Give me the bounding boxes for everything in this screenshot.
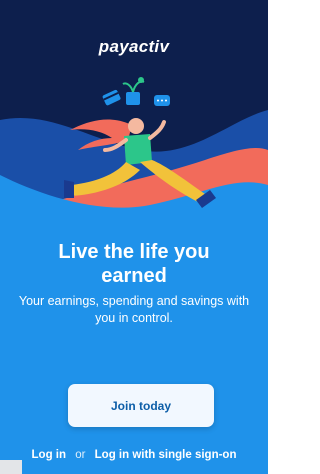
subtext-line-1: Your earnings, spending and savings with bbox=[18, 294, 250, 308]
hero-illustration: payactiv bbox=[0, 0, 268, 230]
join-today-button[interactable]: Join today bbox=[68, 384, 214, 427]
corner-overlay bbox=[0, 460, 22, 474]
payactiv-logo: payactiv bbox=[98, 37, 170, 56]
chat-icon bbox=[154, 95, 170, 106]
welcome-screen: payactiv Live the life you earned Your e… bbox=[0, 0, 268, 474]
hero-svg bbox=[0, 0, 268, 230]
login-link[interactable]: Log in bbox=[32, 449, 67, 461]
subtext-line-2: you in control. bbox=[95, 311, 173, 325]
welcome-headline: Live the life you earned bbox=[20, 240, 248, 288]
headline-line-1: Live the life you bbox=[58, 241, 210, 263]
right-edge-strip bbox=[268, 0, 271, 474]
login-options: Log in or Log in with single sign-on bbox=[0, 449, 268, 461]
sso-login-link[interactable]: Log in with single sign-on bbox=[95, 449, 237, 461]
welcome-subtext: Your earnings, spending and savings with… bbox=[8, 293, 260, 327]
headline-line-2: earned bbox=[101, 265, 167, 287]
or-separator: or bbox=[75, 449, 86, 461]
